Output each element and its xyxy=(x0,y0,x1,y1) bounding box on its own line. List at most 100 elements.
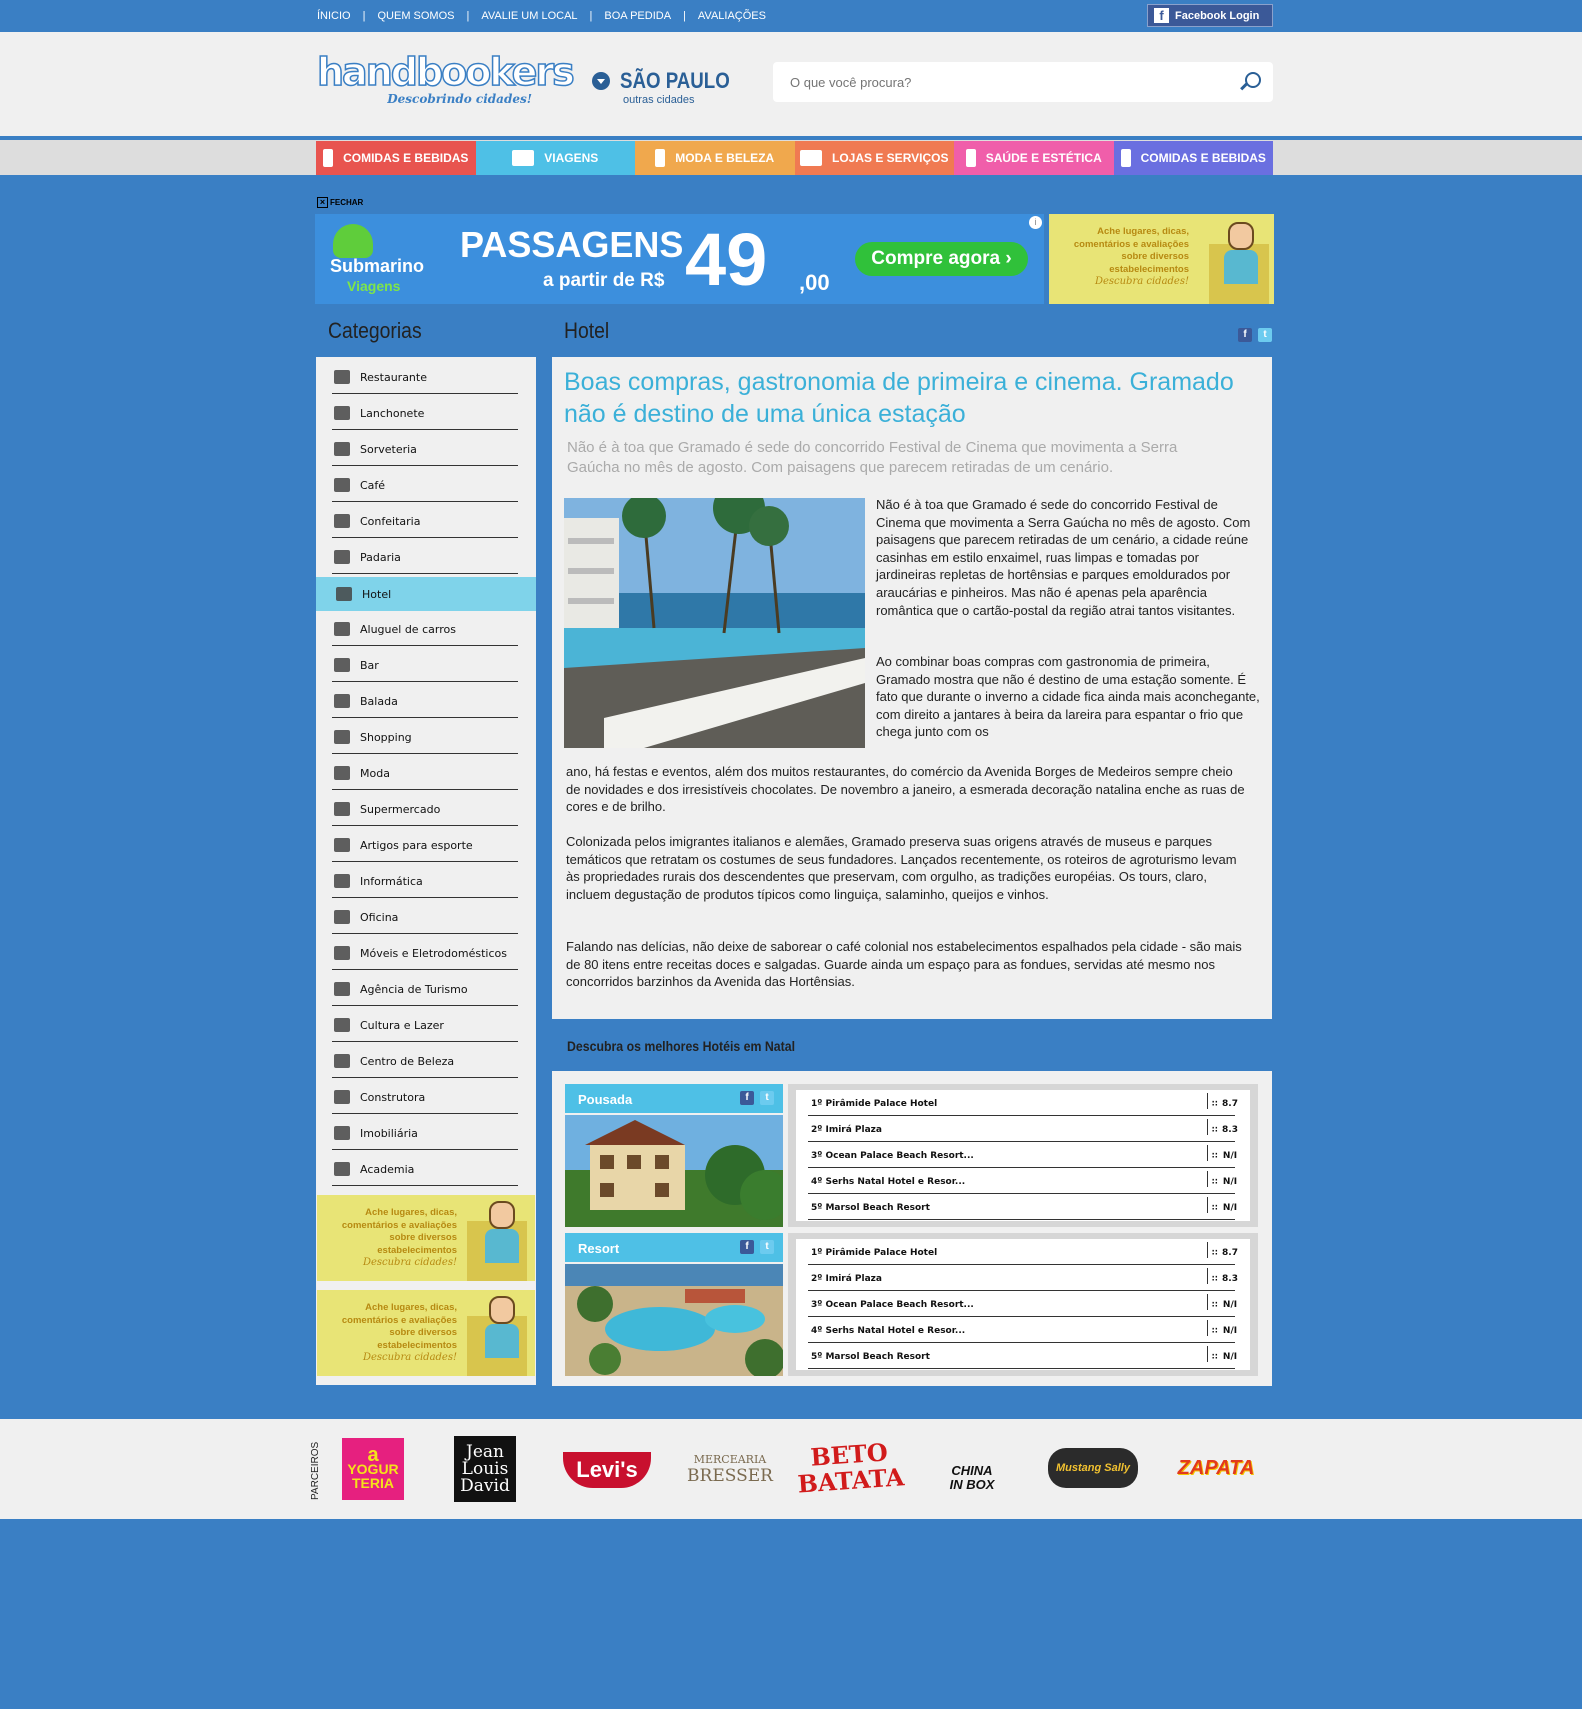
rankings-box: Pousada f t 1º Pirâmide Palace Hotel ∷ 8.7… xyxy=(552,1071,1272,1386)
sidebar-item-label: Confeitaria xyxy=(360,514,421,528)
sidebar-item-balada[interactable]: Balada xyxy=(332,685,518,718)
nav-link-inicio[interactable]: ÍNICIO xyxy=(317,10,351,22)
appliance-icon xyxy=(334,946,350,960)
ad-cents: ,00 xyxy=(799,270,830,295)
sidebar-item-label: Centro de Beleza xyxy=(360,1054,455,1068)
ranking-row[interactable]: 3º Ocean Palace Beach Resort... ∷ N/I xyxy=(808,1142,1238,1168)
sidebar-item-label: Cultura e Lazer xyxy=(360,1018,444,1032)
catnav-viagens[interactable]: VIAGENS xyxy=(475,141,635,175)
nav-link-quem-somos[interactable]: QUEM SOMOS xyxy=(377,10,454,22)
sidebar-item-supermercado[interactable]: Supermercado xyxy=(332,793,518,826)
sidebar-item-shopping[interactable]: Shopping xyxy=(332,721,518,754)
ranking-row[interactable]: 4º Serhs Natal Hotel e Resor... ∷ N/I xyxy=(808,1168,1237,1194)
catnav-comidas-bebidas[interactable]: COMIDAS E BEBIDAS xyxy=(316,141,476,175)
promo-ad-side-2[interactable]: Ache lugares, dicas, comentários e avali… xyxy=(317,1290,535,1376)
sidebar-item-academia[interactable]: Academia xyxy=(332,1153,518,1186)
sidebar-item-informatica[interactable]: Informática xyxy=(332,865,518,898)
ad-banner[interactable]: Submarino Viagens PASSAGENS a partir de … xyxy=(315,214,1044,304)
logo[interactable]: handbookers Descobrindo cidades! xyxy=(316,51,575,116)
ranking-hotel-name: 5º Marsol Beach Resort xyxy=(811,1352,930,1362)
sidebar-item-agencia-turismo[interactable]: Agência de Turismo xyxy=(332,973,518,1006)
nav-link-boa-pedida[interactable]: BOA PEDIDA xyxy=(604,10,671,22)
ranking-row[interactable]: 4º Serhs Natal Hotel e Resor... ∷ N/I xyxy=(808,1317,1237,1343)
partner-logo-mustang-sally[interactable]: Mustang Sally xyxy=(1048,1448,1138,1488)
catnav-label: LOJAS E SERVIÇOS xyxy=(832,151,949,165)
ranking-score: N/I xyxy=(1222,1151,1238,1161)
promo-text: Ache lugares, dicas, comentários e avali… xyxy=(327,1207,457,1270)
sidebar-item-imobiliaria[interactable]: Imobiliária xyxy=(332,1117,518,1150)
sidebar-item-artigos-esporte[interactable]: Artigos para esporte xyxy=(332,829,518,862)
twitter-share-icon[interactable]: t xyxy=(760,1240,774,1254)
sidebar-item-construtora[interactable]: Construtora xyxy=(332,1081,518,1114)
search-box xyxy=(773,62,1273,102)
cart-icon xyxy=(334,802,350,816)
promo-ad-side-1[interactable]: Ache lugares, dicas, comentários e avali… xyxy=(317,1195,535,1281)
sidebar-item-hotel[interactable]: Hotel xyxy=(316,577,536,611)
partner-logo-beto-batata[interactable]: BETO BATATA xyxy=(797,1434,905,1503)
catnav-moda-beleza[interactable]: MODA E BELEZA xyxy=(635,141,795,175)
ranking-list-pousada: 1º Pirâmide Palace Hotel ∷ 8.7 2º Imirá Pl… xyxy=(788,1084,1258,1227)
partner-logo-jean-louis-david[interactable]: Jean Louis David xyxy=(454,1436,516,1502)
facebook-login-button[interactable]: f Facebook Login xyxy=(1147,4,1273,27)
ranking-row[interactable]: 2º Imirá Plaza ∷ 8.3 xyxy=(808,1116,1238,1142)
sidebar-item-cultura-lazer[interactable]: Cultura e Lazer xyxy=(332,1009,518,1042)
ranking-score: 8.7 xyxy=(1222,1099,1238,1109)
sidebar-item-aluguel-carros[interactable]: Aluguel de carros xyxy=(332,613,518,646)
city-name: SÃO PAULO xyxy=(620,68,730,93)
sidebar-item-moda[interactable]: Moda xyxy=(332,757,518,790)
sidebar-item-cafe[interactable]: Café xyxy=(332,469,518,502)
partner-logo-zapata[interactable]: ZAPATA xyxy=(1172,1436,1260,1500)
sidebar-item-centro-beleza[interactable]: Centro de Beleza xyxy=(332,1045,518,1078)
sidebar-item-confeitaria[interactable]: Confeitaria xyxy=(332,505,518,538)
sidebar-item-restaurante[interactable]: Restaurante xyxy=(332,361,518,394)
ad-cta-button[interactable]: Compre agora › xyxy=(855,242,1028,276)
sidebar-item-label: Agência de Turismo xyxy=(360,982,468,996)
facebook-share-icon[interactable]: f xyxy=(740,1091,754,1105)
search-input[interactable] xyxy=(773,62,1213,102)
catnav-comidas-bebidas-2[interactable]: COMIDAS E BEBIDAS xyxy=(1113,141,1273,175)
ranking-row[interactable]: 5º Marsol Beach Resort ∷ N/I xyxy=(808,1343,1237,1369)
rating-icon: ∷ xyxy=(1212,1151,1218,1160)
catnav-saude-estetica[interactable]: SAÚDE E ESTÉTICA xyxy=(954,141,1114,175)
promo-line: comentários e avaliações xyxy=(1073,238,1189,250)
sidebar-item-bar[interactable]: Bar xyxy=(332,649,518,682)
facebook-share-icon[interactable]: f xyxy=(740,1240,754,1254)
twitter-share-icon[interactable]: t xyxy=(760,1091,774,1105)
search-icon[interactable] xyxy=(1245,72,1261,88)
ranking-card-resort[interactable]: Resort f t xyxy=(565,1233,785,1376)
ranking-divider xyxy=(1207,1346,1208,1362)
sidebar-item-oficina[interactable]: Oficina xyxy=(332,901,518,934)
facebook-share-icon[interactable]: f xyxy=(1238,328,1252,342)
sidebar-item-padaria[interactable]: Padaria xyxy=(332,541,518,574)
promo-line: estabelecimentos xyxy=(1109,263,1189,275)
ranking-row[interactable]: 2º Imirá Plaza ∷ 8.3 xyxy=(808,1265,1238,1291)
catnav-lojas-servicos[interactable]: LOJAS E SERVIÇOS xyxy=(794,141,954,175)
sidebar-item-sorveteria[interactable]: Sorveteria xyxy=(332,433,518,466)
info-icon[interactable]: i xyxy=(1029,216,1042,229)
ranking-card-pousada[interactable]: Pousada f t xyxy=(565,1084,785,1227)
ranking-score: 8.3 xyxy=(1222,1125,1238,1135)
ranking-hotel-name: 5º Marsol Beach Resort xyxy=(811,1203,930,1213)
wine-glass-icon xyxy=(334,658,350,672)
ranking-row[interactable]: 3º Ocean Palace Beach Resort... ∷ N/I xyxy=(808,1291,1237,1317)
chevron-down-icon xyxy=(592,72,610,90)
nav-link-avaliacoes[interactable]: AVALIAÇÕES xyxy=(698,10,766,22)
ad-brand-sub: Viagens xyxy=(347,278,401,294)
ranking-row[interactable]: 5º Marsol Beach Resort ∷ N/I xyxy=(808,1194,1237,1220)
mascot-image xyxy=(1224,222,1258,284)
ranking-row[interactable]: 1º Pirâmide Palace Hotel ∷ 8.7 xyxy=(808,1239,1238,1265)
partner-logo-levis[interactable]: Levi's xyxy=(563,1452,651,1488)
partner-logo-text: CHINA xyxy=(951,1463,993,1478)
partner-logo-yogurteria[interactable]: a YOGUR TERIA xyxy=(342,1438,404,1500)
other-cities-link[interactable]: outras cidades xyxy=(623,94,695,106)
twitter-share-icon[interactable]: t xyxy=(1258,328,1272,342)
ranking-row[interactable]: 1º Pirâmide Palace Hotel ∷ 8.7 xyxy=(808,1090,1238,1116)
ranking-hotel-name: 4º Serhs Natal Hotel e Resor... xyxy=(811,1326,966,1336)
partner-logo-china-in-box[interactable]: CHINA IN BOX xyxy=(932,1436,1012,1500)
promo-ad-top[interactable]: Ache lugares, dicas, comentários e avali… xyxy=(1049,214,1274,304)
nav-link-avalie[interactable]: AVALIE UM LOCAL xyxy=(481,10,577,22)
sidebar-item-moveis[interactable]: Móveis e Eletrodomésticos xyxy=(332,937,518,970)
partner-logo-mercearia-bresser[interactable]: MERCEARIA BRESSER xyxy=(684,1436,776,1500)
sidebar-item-lanchonete[interactable]: Lanchonete xyxy=(332,397,518,430)
close-banner-button[interactable]: × FECHAR xyxy=(317,197,363,208)
